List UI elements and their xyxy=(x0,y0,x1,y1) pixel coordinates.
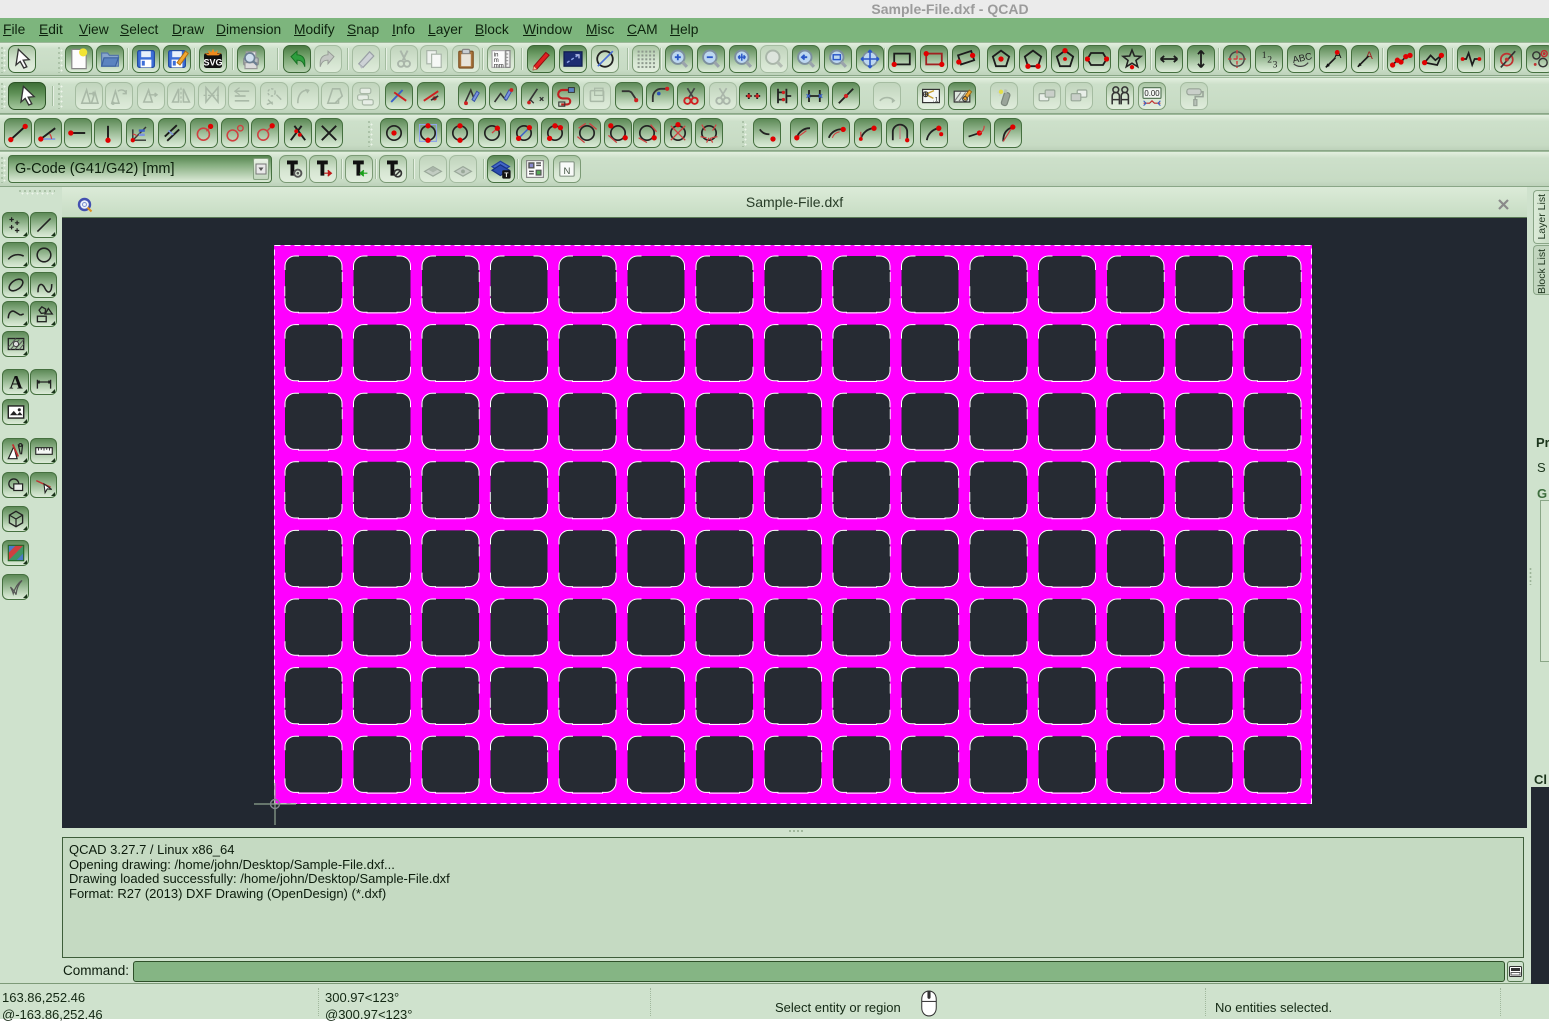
svg-text:T: T xyxy=(504,172,508,179)
svg-text:A: A xyxy=(9,373,23,393)
svg-text:A: A xyxy=(1366,50,1374,62)
svg-text:2: 2 xyxy=(1267,55,1272,66)
svg-text:ABC: ABC xyxy=(1292,51,1313,66)
svg-text:1: 1 xyxy=(1262,50,1267,61)
svg-text:SVG: SVG xyxy=(203,57,222,67)
svg-text:.1: .1 xyxy=(933,96,939,103)
svg-text:0.00: 0.00 xyxy=(1144,89,1160,98)
svg-text:N: N xyxy=(564,165,571,176)
svg-text:mm: mm xyxy=(494,63,504,69)
svg-text:3: 3 xyxy=(1273,59,1278,70)
